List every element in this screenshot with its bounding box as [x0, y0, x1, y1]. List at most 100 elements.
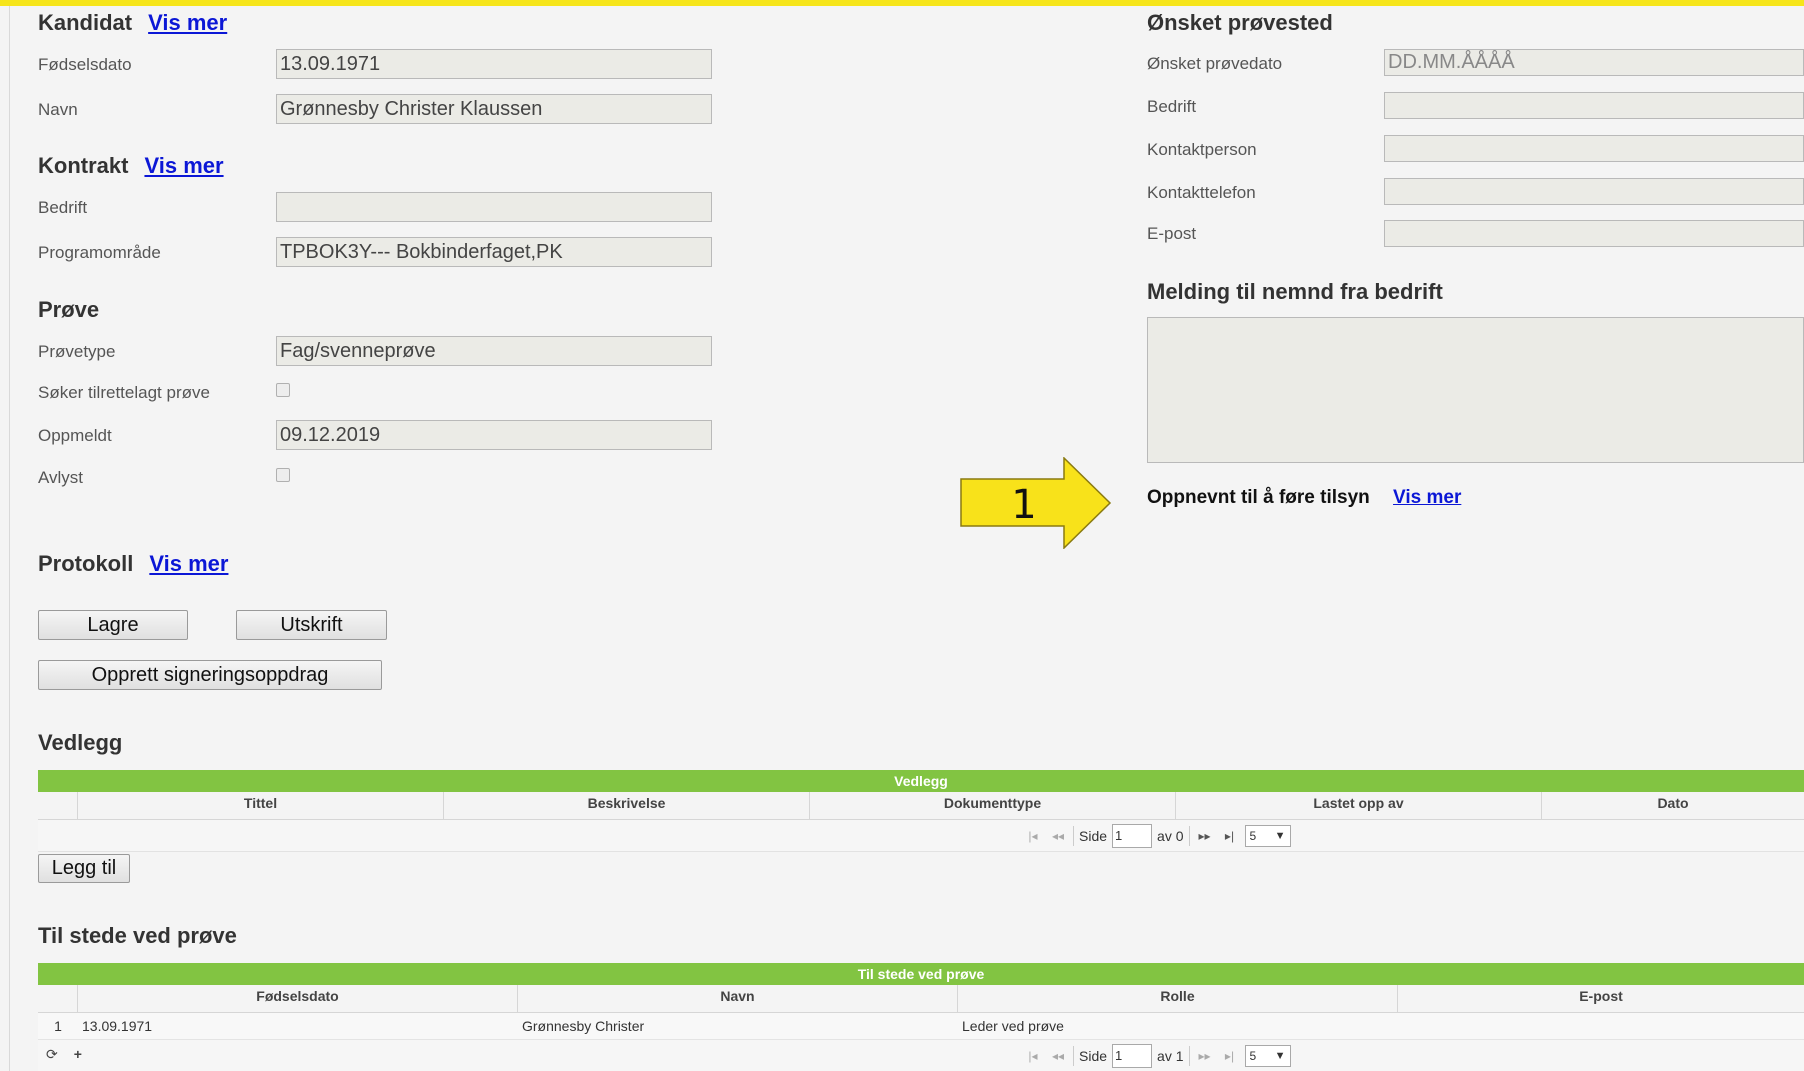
- fodselsdato-label: Fødselsdato: [38, 55, 132, 74]
- page-number-input[interactable]: 1: [1112, 1044, 1153, 1068]
- protokoll-section-header: Protokoll Vis mer: [38, 551, 228, 577]
- pager-separator: [1073, 1046, 1074, 1066]
- kandidat-section-header: Kandidat Vis mer: [38, 10, 227, 36]
- next-page-icon[interactable]: ▸▸: [1195, 829, 1215, 843]
- fodselsdato-field[interactable]: 13.09.1971: [276, 49, 712, 79]
- pager-separator: [1188, 1046, 1190, 1066]
- first-page-icon[interactable]: |◂: [1023, 829, 1043, 843]
- kontrakt-bedrift-label: Bedrift: [38, 198, 88, 217]
- add-icon[interactable]: +: [74, 1046, 82, 1063]
- avlyst-checkbox[interactable]: [276, 468, 290, 482]
- first-page-icon[interactable]: |◂: [1023, 1049, 1043, 1063]
- oppnevnt-label: Oppnevnt til å føre tilsyn: [1147, 487, 1370, 508]
- vedlegg-pager: |◂ ◂◂ Side 1 av 0 ▸▸ ▸| 5 ▼: [38, 820, 1804, 852]
- tilrettelagt-checkbox[interactable]: [276, 383, 290, 397]
- table-row[interactable]: 1 13.09.1971 Grønnesby Christer Leder ve…: [38, 1013, 1804, 1040]
- opprett-signeringsoppdrag-button[interactable]: Opprett signeringsoppdrag: [38, 660, 382, 690]
- prev-page-icon[interactable]: ◂◂: [1048, 1049, 1068, 1063]
- vedlegg-col-rownum: [38, 792, 78, 819]
- kontrakt-vis-mer-link[interactable]: Vis mer: [144, 153, 223, 178]
- onsket-bedrift-label: Bedrift: [1147, 97, 1197, 116]
- programomrade-label: Programområde: [38, 243, 161, 262]
- provetype-field[interactable]: Fag/svenneprøve: [276, 336, 712, 366]
- onsket-provested-header: Ønsket prøvested: [1147, 10, 1333, 35]
- pager-av-label: av 1: [1157, 1048, 1184, 1064]
- page-size-value: 5: [1249, 1049, 1257, 1063]
- vedlegg-col-tittel[interactable]: Tittel: [78, 792, 444, 819]
- tilrettelagt-label: Søker tilrettelagt prøve: [38, 383, 210, 402]
- kontrakt-bedrift-field[interactable]: [276, 192, 712, 222]
- protokoll-vis-mer-link[interactable]: Vis mer: [149, 551, 228, 576]
- kandidat-title: Kandidat: [38, 10, 133, 35]
- page-size-value: 5: [1249, 829, 1257, 843]
- row-epost: [1398, 1013, 1804, 1039]
- tilstede-grid-caption: Til stede ved prøve: [38, 963, 1804, 985]
- kontrakt-section-header: Kontrakt Vis mer: [38, 153, 224, 179]
- avlyst-label: Avlyst: [38, 468, 84, 487]
- page-size-select[interactable]: 5 ▼: [1244, 825, 1291, 847]
- chevron-down-icon: ▼: [1274, 830, 1286, 842]
- tilstede-col-rownum: [38, 985, 78, 1012]
- provetype-label: Prøvetype: [38, 342, 116, 361]
- lagre-button[interactable]: Lagre: [38, 610, 188, 640]
- kontakttelefon-label: Kontakttelefon: [1147, 183, 1256, 202]
- last-page-icon[interactable]: ▸|: [1220, 1049, 1240, 1063]
- tilstede-col-fodselsdato[interactable]: Fødselsdato: [78, 985, 518, 1012]
- last-page-icon[interactable]: ▸|: [1220, 829, 1240, 843]
- vedlegg-col-dato[interactable]: Dato: [1542, 792, 1804, 819]
- vedlegg-grid-caption: Vedlegg: [38, 770, 1804, 792]
- tilstede-col-epost[interactable]: E-post: [1398, 985, 1804, 1012]
- onsket-epost-field[interactable]: [1384, 220, 1804, 247]
- chevron-down-icon: ▼: [1274, 1050, 1286, 1062]
- tilstede-header: Til stede ved prøve: [38, 923, 237, 948]
- pager-separator: [1188, 826, 1190, 846]
- oppnevnt-row: Oppnevnt til å føre tilsyn Vis mer: [1147, 487, 1461, 509]
- pager-separator: [1073, 826, 1074, 846]
- tilstede-col-navn[interactable]: Navn: [518, 985, 958, 1012]
- tilstede-pager: ⟳ + |◂ ◂◂ Side 1 av 1 ▸▸ ▸| 5 ▼: [38, 1040, 1804, 1071]
- vedlegg-header: Vedlegg: [38, 730, 123, 755]
- top-accent-bar: [0, 0, 1804, 6]
- protokoll-title: Protokoll: [38, 551, 134, 576]
- prev-page-icon[interactable]: ◂◂: [1048, 829, 1068, 843]
- next-page-icon[interactable]: ▸▸: [1195, 1049, 1215, 1063]
- tilstede-col-rolle[interactable]: Rolle: [958, 985, 1398, 1012]
- vedlegg-grid: Vedlegg Tittel Beskrivelse Dokumenttype …: [38, 770, 1804, 852]
- vedlegg-grid-header: Tittel Beskrivelse Dokumenttype Lastet o…: [38, 792, 1804, 820]
- tilstede-grid-header: Fødselsdato Navn Rolle E-post: [38, 985, 1804, 1013]
- navn-field[interactable]: Grønnesby Christer Klaussen: [276, 94, 712, 124]
- kontaktperson-field[interactable]: [1384, 135, 1804, 162]
- navn-label: Navn: [38, 100, 78, 119]
- prove-section-header: Prøve: [38, 297, 99, 323]
- oppnevnt-vis-mer-link[interactable]: Vis mer: [1393, 487, 1461, 508]
- vedlegg-col-beskrivelse[interactable]: Beskrivelse: [444, 792, 810, 819]
- pager-side-label: Side: [1079, 1048, 1108, 1064]
- kontrakt-title: Kontrakt: [38, 153, 129, 178]
- row-number: 1: [54, 1018, 62, 1034]
- vedlegg-col-lastet-opp-av[interactable]: Lastet opp av: [1176, 792, 1542, 819]
- programomrade-field[interactable]: TPBOK3Y--- Bokbinderfaget,PK: [276, 237, 712, 267]
- oppmeldt-label: Oppmeldt: [38, 426, 112, 445]
- left-border: [9, 6, 10, 1071]
- oppmeldt-field[interactable]: 09.12.2019: [276, 420, 712, 450]
- kandidat-vis-mer-link[interactable]: Vis mer: [148, 10, 227, 35]
- row-rolle: Leder ved prøve: [962, 1018, 1064, 1034]
- refresh-icon[interactable]: ⟳: [46, 1046, 58, 1063]
- onsket-bedrift-field[interactable]: [1384, 92, 1804, 119]
- melding-textarea[interactable]: [1147, 317, 1804, 463]
- pager-side-label: Side: [1079, 828, 1108, 844]
- tilstede-grid: Til stede ved prøve Fødselsdato Navn Rol…: [38, 963, 1804, 1071]
- page-size-select[interactable]: 5 ▼: [1244, 1045, 1291, 1067]
- kontaktperson-label: Kontaktperson: [1147, 140, 1257, 159]
- onsket-provedato-field[interactable]: DD.MM.ÅÅÅÅ: [1384, 49, 1804, 76]
- row-fodselsdato: 13.09.1971: [82, 1018, 153, 1034]
- melding-header: Melding til nemnd fra bedrift: [1147, 279, 1443, 304]
- kontakttelefon-field[interactable]: [1384, 178, 1804, 205]
- vedlegg-col-dokumenttype[interactable]: Dokumenttype: [810, 792, 1176, 819]
- callout-arrow-icon: 1: [960, 457, 1112, 549]
- legg-til-button[interactable]: Legg til: [38, 854, 130, 883]
- page-number-input[interactable]: 1: [1112, 824, 1153, 848]
- utskrift-button[interactable]: Utskrift: [236, 610, 387, 640]
- pager-av-label: av 0: [1157, 828, 1184, 844]
- onsket-epost-label: E-post: [1147, 224, 1197, 243]
